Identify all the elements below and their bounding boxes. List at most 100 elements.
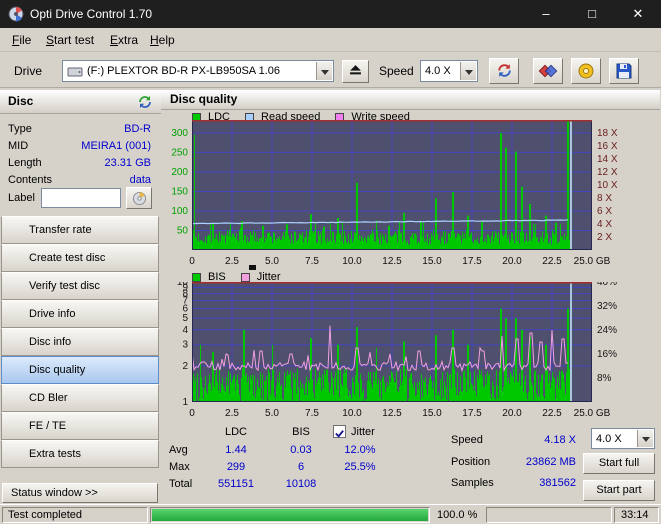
panel-title: Disc quality [161, 90, 660, 110]
svg-text:0: 0 [189, 256, 195, 267]
contents-value[interactable]: data [130, 174, 151, 186]
disc-mid-row: MID MEIRA1 (001) [0, 139, 161, 154]
speed-label: Speed [379, 64, 414, 78]
eject-button[interactable] [342, 60, 369, 83]
menu-extra[interactable]: Extra [106, 32, 142, 48]
statusbar-spacer [486, 507, 612, 523]
disc-header-label: Disc [8, 94, 34, 108]
svg-text:40%: 40% [597, 282, 617, 288]
svg-text:6 X: 6 X [597, 206, 612, 217]
menu-file[interactable]: File [8, 32, 35, 48]
test-speed-select[interactable]: 4.0 X [591, 428, 655, 449]
max-row-label: Max [169, 461, 190, 473]
drive-value: (F:) PLEXTOR BD-R PX-LB950SA 1.06 [87, 65, 280, 77]
burn-disc-button[interactable] [571, 58, 601, 84]
svg-text:14 X: 14 X [597, 154, 618, 165]
svg-text:10 X: 10 X [597, 180, 618, 191]
svg-text:7.5: 7.5 [305, 408, 319, 419]
test-speed-value: 4.0 X [596, 433, 622, 445]
svg-text:17.5: 17.5 [462, 408, 482, 419]
svg-text:8 X: 8 X [597, 193, 612, 204]
drive-select-arrow[interactable] [316, 62, 332, 80]
svg-text:20.0: 20.0 [502, 256, 522, 267]
menu-help[interactable]: Help [146, 32, 179, 48]
svg-text:5: 5 [182, 313, 188, 324]
svg-text:2.5: 2.5 [225, 256, 239, 267]
ldc-column-header: LDC [224, 426, 247, 438]
disc-quality-panel: Disc quality LDC Read speed Write speed 30… [161, 88, 661, 505]
rescan-disc-icon[interactable] [137, 94, 153, 118]
bis-column-header: BIS [292, 426, 310, 438]
menu-start-test[interactable]: Start test [42, 32, 98, 48]
sidebar-item-extra-tests[interactable]: Extra tests [1, 440, 159, 468]
speed-select[interactable]: 4.0 X [420, 60, 478, 82]
status-window-button[interactable]: Status window >> [2, 483, 158, 503]
svg-text:50: 50 [177, 225, 189, 236]
samples-info-value: 381562 [539, 477, 576, 489]
svg-text:8%: 8% [597, 373, 612, 384]
svg-text:22.5: 22.5 [542, 256, 562, 267]
svg-text:3: 3 [182, 340, 188, 351]
jitter-checkbox[interactable] [333, 425, 346, 438]
sidebar-item-cd-bler[interactable]: CD Bler [1, 384, 159, 412]
length-label: Length [8, 157, 42, 169]
svg-text:0: 0 [189, 408, 195, 419]
sidebar-item-disc-quality[interactable]: Disc quality [1, 356, 159, 384]
sidebar: Disc Type BD-R MID MEIRA1 (001) Length 2… [0, 88, 161, 505]
avg-row-label: Avg [169, 444, 188, 456]
position-info-value: 23862 MB [525, 456, 576, 468]
length-value: 23.31 GB [104, 157, 151, 169]
samples-info-label: Samples [451, 477, 494, 489]
sidebar-item-create-test-disc[interactable]: Create test disc [1, 244, 159, 272]
maximize-button[interactable]: □ [569, 0, 615, 28]
sidebar-item-disc-info[interactable]: Disc info [1, 328, 159, 356]
label-input[interactable] [41, 188, 121, 208]
refresh-speeds-button[interactable] [489, 58, 519, 84]
svg-text:2.5: 2.5 [225, 408, 239, 419]
svg-text:24%: 24% [597, 325, 617, 336]
sidebar-item-fe-te[interactable]: FE / TE [1, 412, 159, 440]
compare-discs-button[interactable] [533, 58, 563, 84]
elapsed-time: 33:14 [614, 507, 659, 523]
drive-select[interactable]: (F:) PLEXTOR BD-R PX-LB950SA 1.06 [62, 60, 334, 82]
svg-text:22.5: 22.5 [542, 408, 562, 419]
total-row-label: Total [169, 478, 193, 490]
svg-text:12.5: 12.5 [382, 408, 402, 419]
sidebar-item-drive-info[interactable]: Drive info [1, 300, 159, 328]
svg-text:15.0: 15.0 [422, 408, 442, 419]
svg-text:16%: 16% [597, 349, 617, 360]
disc-length-row: Length 23.31 GB [0, 156, 161, 171]
svg-text:10.0: 10.0 [342, 408, 362, 419]
sidebar-item-verify-test-disc[interactable]: Verify test disc [1, 272, 159, 300]
start-full-button[interactable]: Start full [583, 453, 655, 474]
total-ldc: 551151 [218, 478, 254, 490]
minimize-button[interactable]: – [523, 0, 569, 28]
eject-icon [350, 65, 361, 75]
avg-jitter: 12.0% [344, 444, 376, 456]
sidebar-item-transfer-rate[interactable]: Transfer rate [1, 216, 159, 244]
svg-text:16 X: 16 X [597, 141, 618, 152]
test-speed-arrow[interactable] [637, 430, 653, 447]
progress-percent: 100.0 % [437, 509, 478, 521]
disc-type-row: Type BD-R [0, 122, 161, 137]
bis-jitter-chart: 1098765432140%32%24%16%8%0 2.5 5.0 7.5 10.0 1… [177, 282, 617, 419]
svg-text:4: 4 [182, 325, 188, 336]
speed-select-arrow[interactable] [460, 62, 476, 80]
drive-label: Drive [14, 64, 43, 78]
total-bis: 10108 [285, 478, 317, 490]
close-button[interactable]: ✕ [615, 0, 661, 28]
svg-text:18 X: 18 X [597, 128, 618, 139]
disc-icon [578, 63, 594, 79]
svg-text:1: 1 [182, 397, 188, 408]
start-part-button[interactable]: Start part [583, 480, 655, 501]
svg-text:17.5: 17.5 [462, 256, 482, 267]
svg-text:300: 300 [171, 128, 188, 139]
check-icon [335, 430, 344, 438]
tick-marker [249, 265, 256, 270]
save-button[interactable] [609, 58, 639, 84]
menu-bar: File Start test Extra Help [0, 28, 661, 52]
svg-text:5.0: 5.0 [265, 408, 279, 419]
write-label-button[interactable] [126, 187, 152, 209]
max-bis: 6 [297, 461, 305, 473]
jitter-column-header: Jitter [351, 426, 375, 438]
